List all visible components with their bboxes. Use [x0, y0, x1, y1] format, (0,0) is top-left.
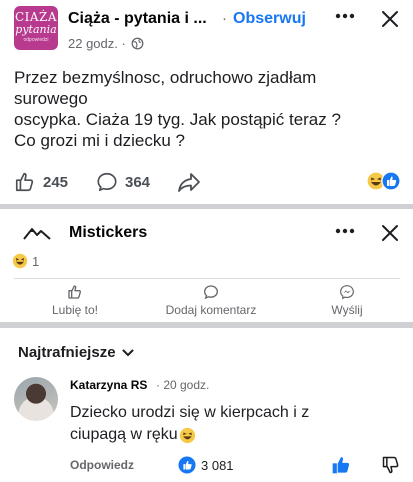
- haha-reaction-icon: [12, 253, 28, 269]
- post-meta: 22 godz. ·: [68, 36, 144, 51]
- close-post-icon[interactable]: [380, 9, 400, 29]
- commenter-avatar[interactable]: [14, 377, 58, 421]
- action-divider: [14, 278, 400, 279]
- globe-icon: [131, 37, 144, 50]
- comment-icon: [97, 172, 117, 192]
- reaction-count: 1: [32, 253, 40, 269]
- group-avatar-text-2: pytania: [15, 23, 57, 36]
- comment-count: 364: [125, 173, 151, 191]
- title-separator: ·: [222, 10, 227, 27]
- add-comment-label: Dodaj komentarz: [165, 303, 257, 317]
- comment-text-line: ciupagą w ręku: [70, 426, 178, 443]
- post-text-line: Przez bezmyślnosc, odruchowo zjadłam: [14, 68, 317, 87]
- follow-button[interactable]: Obserwuj: [233, 10, 306, 28]
- close-post-icon[interactable]: [380, 223, 400, 243]
- like-icon: [68, 285, 81, 299]
- post-text-line: oscypka. Ciaża 19 tyg. Jak postąpić tera…: [14, 110, 341, 129]
- group-avatar-text-1: CIAŻA: [14, 10, 58, 24]
- comment-text: Dziecko urodzi się w kierpcach i z ciupa…: [70, 402, 370, 446]
- laughing-emoji-icon: [179, 427, 195, 443]
- comment-time: · 20 godz.: [156, 378, 210, 392]
- share-icon: [178, 173, 200, 192]
- post-time[interactable]: 22 godz. ·: [68, 36, 126, 51]
- reply-button[interactable]: Odpowiedz: [70, 458, 134, 472]
- comment-sort-dropdown[interactable]: Najtrafniejsze: [18, 344, 134, 361]
- like-reaction-icon: [381, 171, 401, 191]
- like-button-label: Lubię to!: [51, 303, 99, 317]
- sort-label: Najtrafniejsze: [18, 344, 116, 361]
- comment-author[interactable]: Katarzyna RS: [70, 378, 147, 392]
- comment-dislike-icon[interactable]: [381, 455, 401, 475]
- comment-text-line-2: ciupagą w ręku: [70, 424, 370, 446]
- send-button[interactable]: Wyślij: [292, 284, 402, 317]
- group-name-link[interactable]: Ciąża - pytania i ...: [68, 10, 207, 28]
- post-stats-bar: 245 364: [14, 167, 404, 195]
- comment-like-count: 3 081: [201, 457, 234, 473]
- comment-text-line: Dziecko urodzi się w kierpcach i z: [70, 404, 310, 421]
- post-text: Przez bezmyślnosc, odruchowo zjadłam sur…: [14, 67, 404, 151]
- like-reaction-icon: [178, 456, 196, 474]
- section-divider: [0, 322, 413, 328]
- send-label: Wyślij: [331, 303, 363, 317]
- reactions-summary[interactable]: [366, 171, 402, 191]
- mistickers-reactions[interactable]: 1: [12, 253, 39, 269]
- comment-action[interactable]: 364: [96, 171, 150, 193]
- post-text-line: Co grozi mi i dziecku ?: [14, 131, 186, 150]
- like-count: 245: [43, 173, 69, 191]
- mistickers-name[interactable]: Mistickers: [69, 224, 147, 242]
- more-options-icon[interactable]: [334, 223, 356, 239]
- messenger-icon: [340, 285, 354, 300]
- comment-icon: [203, 285, 219, 300]
- share-action[interactable]: [177, 171, 201, 193]
- like-button[interactable]: Lubię to!: [20, 284, 130, 317]
- chevron-down-icon: [122, 349, 134, 356]
- group-avatar[interactable]: CIAŻA pytania odpowiedzi: [14, 6, 58, 50]
- more-options-icon[interactable]: [334, 8, 356, 24]
- mistickers-logo[interactable]: [22, 222, 52, 242]
- section-divider: [0, 204, 413, 209]
- comment-like-icon[interactable]: [331, 455, 351, 475]
- post-text-line: surowego: [14, 89, 88, 108]
- group-avatar-text-3: odpowiedzi: [23, 37, 49, 43]
- comment-likes[interactable]: 3 081: [178, 456, 234, 474]
- like-icon: [15, 172, 34, 192]
- add-comment-button[interactable]: Dodaj komentarz: [156, 284, 266, 317]
- like-action[interactable]: 245: [14, 171, 68, 193]
